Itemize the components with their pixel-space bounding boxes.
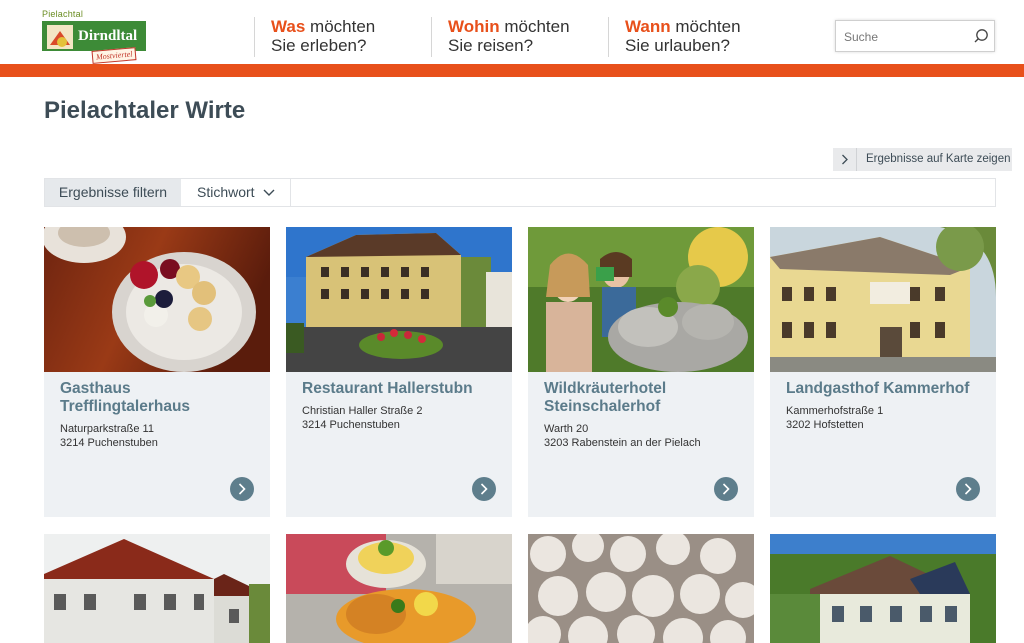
- result-card[interactable]: Gasthaus Trefflingtalerhaus Naturparkstr…: [44, 227, 270, 517]
- nav-was-line2: Sie erleben?: [271, 36, 367, 55]
- card-arrow-button[interactable]: [714, 477, 738, 501]
- nav-was-rest: möchten: [305, 17, 376, 36]
- logo-name: Dirndltal: [78, 28, 138, 44]
- card-street: Naturparkstraße 11: [60, 423, 154, 435]
- chevron-right-icon: [833, 148, 857, 171]
- chevron-right-icon: [238, 483, 246, 495]
- nav-wann-line2: Sie urlauben?: [625, 36, 730, 55]
- card-arrow-button[interactable]: [472, 477, 496, 501]
- card-city: 3214 Puchenstuben: [60, 437, 158, 449]
- dirndltal-logo[interactable]: Pielachtal Dirndltal Mostviertel: [42, 9, 146, 65]
- card-image: [44, 227, 270, 372]
- card-image: [528, 227, 754, 372]
- chevron-right-icon: [480, 483, 488, 495]
- card-title[interactable]: Landgasthof Kammerhof: [786, 380, 986, 398]
- result-card[interactable]: Wildkräuterhotel Steinschalerhof Warth 2…: [528, 227, 754, 517]
- card-city: 3203 Rabenstein an der Pielach: [544, 437, 701, 449]
- show-on-map-label: Ergebnisse auf Karte zeigen: [866, 153, 1011, 165]
- logo-badge: Mostviertel: [91, 47, 137, 64]
- card-image[interactable]: [770, 534, 996, 643]
- result-card[interactable]: Restaurant Hallerstubn Christian Haller …: [286, 227, 512, 517]
- chevron-right-icon: [964, 483, 972, 495]
- search-input[interactable]: [844, 27, 964, 47]
- nav-wann-keyword: Wann: [625, 17, 671, 36]
- show-on-map-button[interactable]: Ergebnisse auf Karte zeigen: [833, 148, 1012, 171]
- header-accent-bar: [0, 64, 1024, 77]
- nav-wann[interactable]: Wann möchten Sie urlauben?: [608, 17, 808, 57]
- site-header: Pielachtal Dirndltal Mostviertel Was möc…: [0, 0, 1024, 64]
- filter-results-button[interactable]: Ergebnisse filtern: [45, 179, 181, 206]
- card-street: Kammerhofstraße 1: [786, 405, 884, 417]
- search-box: [835, 20, 995, 52]
- nav-wann-rest: möchten: [670, 17, 741, 36]
- chevron-right-icon: [722, 483, 730, 495]
- card-city: 3202 Hofstetten: [786, 419, 864, 431]
- nav-wohin-keyword: Wohin: [448, 17, 500, 36]
- logo-mark-icon: [47, 25, 73, 49]
- result-card[interactable]: Landgasthof Kammerhof Kammerhofstraße 1 …: [770, 227, 996, 517]
- card-street: Warth 20: [544, 423, 589, 435]
- card-arrow-button[interactable]: [230, 477, 254, 501]
- keyword-dropdown[interactable]: Stichwort: [181, 179, 291, 206]
- card-image: [286, 227, 512, 372]
- nav-was-keyword: Was: [271, 17, 306, 36]
- card-title[interactable]: Gasthaus Trefflingtalerhaus: [60, 380, 260, 416]
- card-title[interactable]: Restaurant Hallerstubn: [302, 380, 502, 398]
- card-arrow-button[interactable]: [956, 477, 980, 501]
- page-title: Pielachtaler Wirte: [44, 97, 246, 124]
- search-icon[interactable]: [973, 28, 989, 44]
- nav-was[interactable]: Was möchten Sie erleben?: [254, 17, 430, 57]
- card-image[interactable]: [286, 534, 512, 643]
- logo-region-text: Pielachtal: [42, 9, 84, 19]
- card-image[interactable]: [44, 534, 270, 643]
- card-image: [770, 227, 996, 372]
- chevron-down-icon: [263, 189, 275, 196]
- card-city: 3214 Puchenstuben: [302, 419, 400, 431]
- card-street: Christian Haller Straße 2: [302, 405, 423, 417]
- keyword-dropdown-label: Stichwort: [197, 184, 255, 200]
- nav-wohin-rest: möchten: [499, 17, 570, 36]
- nav-wohin[interactable]: Wohin möchten Sie reisen?: [431, 17, 607, 57]
- card-image[interactable]: [528, 534, 754, 643]
- filter-bar: Ergebnisse filtern Stichwort: [44, 178, 996, 207]
- card-title[interactable]: Wildkräuterhotel Steinschalerhof: [544, 380, 744, 416]
- nav-wohin-line2: Sie reisen?: [448, 36, 534, 55]
